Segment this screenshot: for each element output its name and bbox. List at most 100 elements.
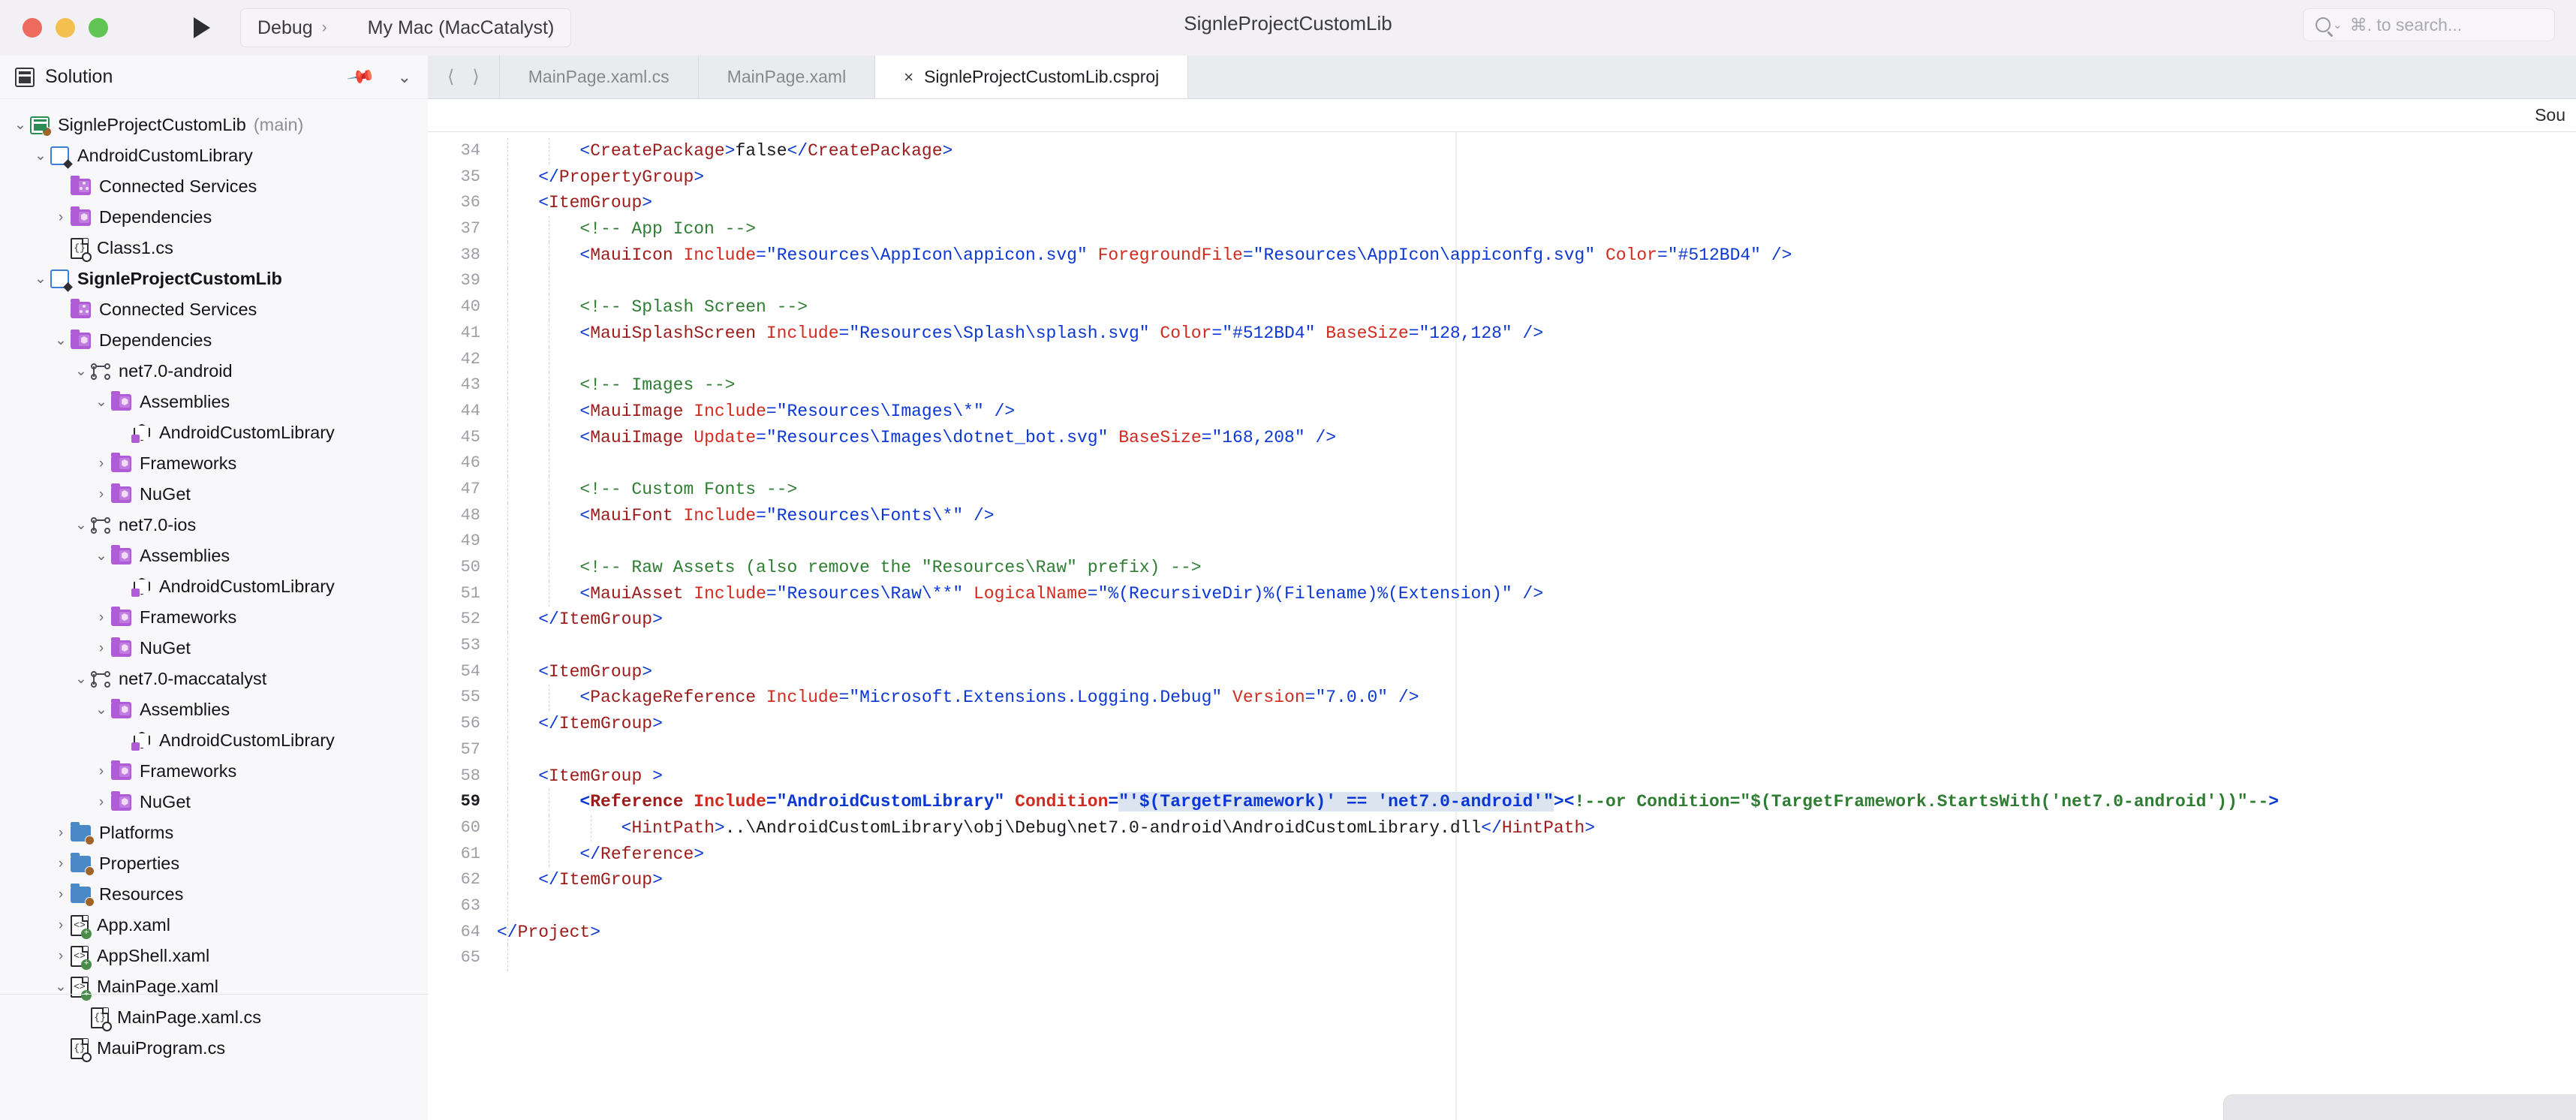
run-button[interactable] — [185, 11, 219, 45]
tree-twisty[interactable]: › — [92, 763, 111, 780]
tree-item[interactable]: › <> + App.xaml — [0, 910, 428, 941]
tree-item[interactable]: ⌄ Assemblies — [0, 387, 428, 417]
tree-item[interactable]: ⌄ Dependencies — [0, 325, 428, 356]
code-line[interactable]: 41 <MauiSplashScreen Include="Resources\… — [428, 320, 2576, 347]
tree-twisty[interactable]: ⌄ — [92, 547, 111, 565]
tree-item[interactable]: ⌄ SignleProjectCustomLib (main) — [0, 110, 428, 140]
pin-icon[interactable]: 📌 — [345, 62, 376, 92]
close-window-button[interactable] — [23, 18, 42, 38]
tree-item[interactable]: ›Connected Services — [0, 171, 428, 202]
code-line[interactable]: 61 </Reference> — [428, 841, 2576, 868]
editor-tab[interactable]: × SignleProjectCustomLib.csproj — [875, 56, 1189, 98]
tree-item[interactable]: ›{}MauiProgram.cs — [0, 1033, 428, 1064]
code-line[interactable]: 44 <MauiImage Include="Resources\Images\… — [428, 398, 2576, 425]
tree-item[interactable]: ⌄ net7.0-android — [0, 356, 428, 387]
zoom-window-button[interactable] — [89, 18, 108, 38]
tree-twisty[interactable]: › — [51, 209, 71, 226]
search-input[interactable]: ⌄ ⌘. to search... — [2303, 8, 2555, 41]
code-line[interactable]: 65 — [428, 945, 2576, 971]
code-line[interactable]: 58 <ItemGroup > — [428, 763, 2576, 790]
tree-twisty[interactable]: ⌄ — [11, 116, 30, 134]
code-line-current[interactable]: 59 <Reference Include="AndroidCustomLibr… — [428, 789, 2576, 815]
tree-item[interactable]: › NuGet — [0, 633, 428, 664]
code-line[interactable]: 40 <!-- Splash Screen --> — [428, 294, 2576, 321]
code-line[interactable]: 55 <PackageReference Include="Microsoft.… — [428, 685, 2576, 712]
tree-twisty[interactable]: ⌄ — [92, 393, 111, 411]
code-line[interactable]: 43 <!-- Images --> — [428, 372, 2576, 399]
tree-twisty[interactable]: › — [92, 640, 111, 657]
tree-item[interactable]: ⌄ AndroidCustomLibrary — [0, 140, 428, 171]
code-line[interactable]: 37 <!-- App Icon --> — [428, 216, 2576, 242]
tree-item[interactable]: ⌄ SignleProjectCustomLib — [0, 263, 428, 294]
tree-twisty[interactable]: › — [51, 948, 71, 965]
close-icon[interactable]: × — [904, 68, 913, 87]
tree-twisty[interactable]: › — [92, 456, 111, 472]
code-line[interactable]: 62 </ItemGroup> — [428, 867, 2576, 893]
tree-twisty[interactable]: ⌄ — [51, 978, 71, 995]
tree-item[interactable]: ⌄ <> + MainPage.xaml — [0, 971, 428, 1002]
code-line[interactable]: 64 </Project> — [428, 919, 2576, 946]
tree-item[interactable]: ⌄ Assemblies — [0, 694, 428, 725]
code-line[interactable]: 48 <MauiFont Include="Resources\Fonts\*"… — [428, 502, 2576, 529]
chevron-down-icon[interactable]: ⌄ — [398, 68, 411, 87]
tree-twisty[interactable]: ⌄ — [71, 670, 91, 688]
tree-item[interactable]: ›AndroidCustomLibrary — [0, 725, 428, 756]
code-line[interactable]: 60 <HintPath>..\AndroidCustomLibrary\obj… — [428, 814, 2576, 842]
tree-item[interactable]: › NuGet — [0, 479, 428, 510]
editor-tab[interactable]: MainPage.xaml.cs — [500, 56, 699, 98]
code-line[interactable]: 49 — [428, 528, 2576, 555]
tree-twisty[interactable]: › — [51, 887, 71, 903]
tree-item[interactable]: ⌄ net7.0-ios — [0, 510, 428, 540]
code-line[interactable]: 54 <ItemGroup> — [428, 658, 2576, 685]
code-line[interactable]: 52 </ItemGroup> — [428, 607, 2576, 634]
tree-twisty[interactable]: › — [51, 825, 71, 842]
code-line[interactable]: 50 <!-- Raw Assets (also remove the "Res… — [428, 555, 2576, 581]
code-line[interactable]: 35 </PropertyGroup> — [428, 164, 2576, 191]
tree-item[interactable]: ›{}MainPage.xaml.cs — [0, 1002, 428, 1033]
tree-item[interactable]: ⌄ Assemblies — [0, 540, 428, 571]
tree-twisty[interactable]: ⌄ — [71, 363, 91, 380]
chevron-left-icon[interactable]: ⟨ — [447, 66, 454, 88]
tree-twisty[interactable]: ⌄ — [92, 701, 111, 718]
solution-explorer[interactable]: ⌄ SignleProjectCustomLib (main) ⌄ AndroidCus… — [0, 99, 428, 1120]
editor-tab[interactable]: MainPage.xaml — [699, 56, 876, 98]
tree-item[interactable]: ⌄ net7.0-maccatalyst — [0, 664, 428, 694]
tree-twisty[interactable]: › — [92, 794, 111, 811]
tree-item[interactable]: ›{}Class1.cs — [0, 233, 428, 263]
tree-twisty[interactable]: ⌄ — [51, 332, 71, 349]
code-line[interactable]: 46 — [428, 450, 2576, 477]
tree-twisty[interactable]: ⌄ — [31, 270, 50, 288]
tree-item[interactable]: ›Connected Services — [0, 294, 428, 325]
tree-twisty[interactable]: ⌄ — [31, 147, 50, 164]
tree-item[interactable]: › Properties — [0, 848, 428, 879]
tree-twisty[interactable]: › — [51, 917, 71, 934]
code-line[interactable]: 42 — [428, 346, 2576, 373]
code-line[interactable]: 45 <MauiImage Update="Resources\Images\d… — [428, 424, 2576, 451]
tree-item[interactable]: › Frameworks — [0, 602, 428, 633]
tree-item[interactable]: › NuGet — [0, 787, 428, 817]
tree-twisty[interactable]: ⌄ — [71, 516, 91, 534]
code-line[interactable]: 51 <MauiAsset Include="Resources\Raw\**"… — [428, 580, 2576, 607]
code-line[interactable]: 47 <!-- Custom Fonts --> — [428, 476, 2576, 503]
tree-item[interactable]: › Dependencies — [0, 202, 428, 233]
minimize-window-button[interactable] — [56, 18, 75, 38]
tree-item[interactable]: › Platforms — [0, 817, 428, 848]
code-line[interactable]: 39 — [428, 268, 2576, 295]
tree-item[interactable]: › Frameworks — [0, 448, 428, 479]
code-line[interactable]: 34 <CreatePackage>false</CreatePackage> — [428, 138, 2576, 164]
tree-item[interactable]: › Resources — [0, 879, 428, 910]
tree-twisty[interactable]: › — [92, 610, 111, 626]
code-line[interactable]: 53 — [428, 633, 2576, 659]
tree-twisty[interactable]: › — [51, 856, 71, 872]
code-line[interactable]: 36 <ItemGroup> — [428, 190, 2576, 217]
code-editor[interactable]: 34 <CreatePackage>false</CreatePackage> 3… — [428, 132, 2576, 1120]
code-line[interactable]: 57 — [428, 736, 2576, 763]
tree-twisty[interactable]: › — [92, 486, 111, 503]
code-line[interactable]: 63 — [428, 893, 2576, 920]
code-line[interactable]: 56 </ItemGroup> — [428, 711, 2576, 737]
run-configuration-selector[interactable]: Debug › My Mac (MacCatalyst) — [240, 8, 572, 47]
tree-item[interactable]: ›AndroidCustomLibrary — [0, 417, 428, 448]
code-line[interactable]: 38 <MauiIcon Include="Resources\AppIcon\… — [428, 242, 2576, 269]
tree-item[interactable]: › Frameworks — [0, 756, 428, 787]
tree-item[interactable]: › <> + AppShell.xaml — [0, 941, 428, 971]
